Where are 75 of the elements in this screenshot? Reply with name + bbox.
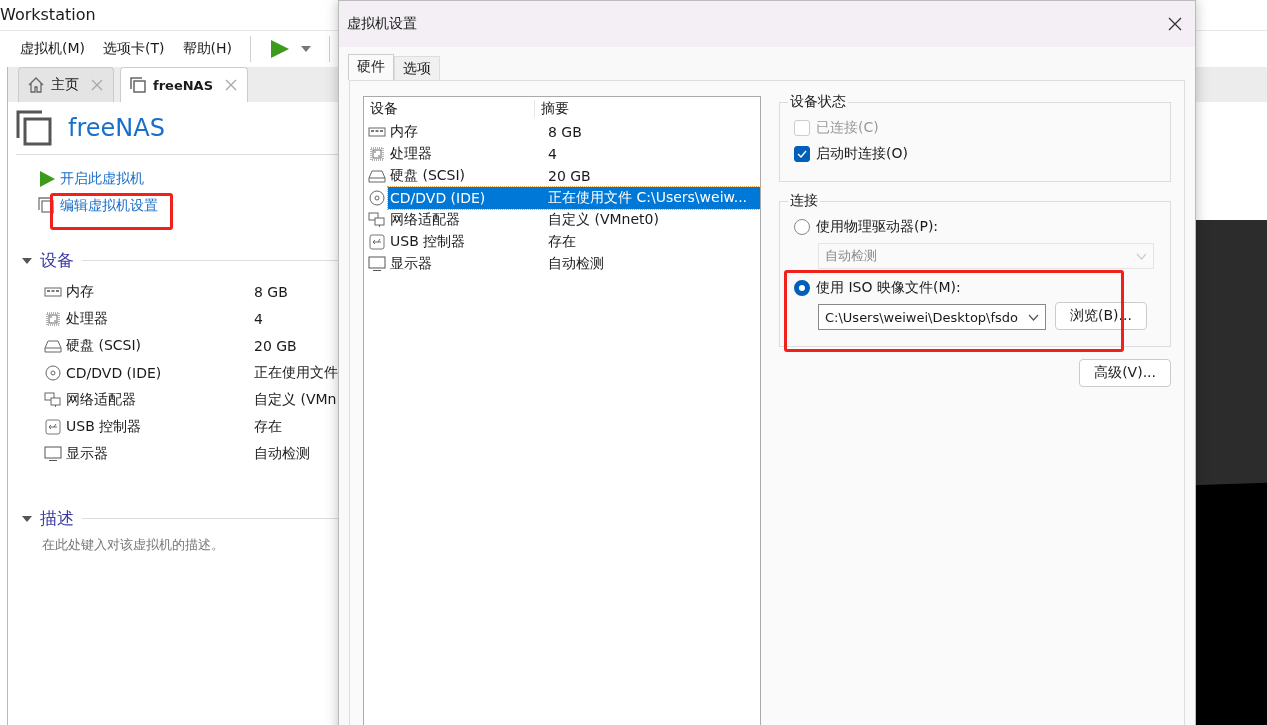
advanced-button[interactable]: 高级(V)... [1079,359,1171,387]
device-summary: 20 GB [254,337,297,354]
computers-icon [44,391,62,408]
checkbox-label[interactable]: 启动时连接(O) [816,145,908,163]
checkmark-icon [797,150,807,158]
device-row[interactable]: CD/DVD (IDE) 正在使用文件 C:\Users\weiw... [388,187,760,209]
device-name: 处理器 [66,309,109,328]
tab[interactable]: 主页 [18,67,114,102]
device-row[interactable]: 显示器 自动检测 [388,253,760,275]
tab[interactable]: freeNAS [120,67,248,102]
section-title: 描述 [40,507,74,530]
close-icon[interactable] [1168,17,1182,31]
window-title: Workstation [0,4,96,26]
disc-icon [368,190,386,206]
device-row[interactable]: 内存 8 GB [388,121,760,143]
column-header[interactable]: 设备 [370,100,535,118]
device-summary: 存在 [254,417,282,436]
action-link[interactable]: 开启此虚拟机 [60,169,144,188]
chip-icon [44,310,62,327]
device-row[interactable]: USB 控制器 存在 [388,231,760,253]
hard-drive-icon [44,337,62,354]
hard-drive-icon [368,168,386,184]
menu-item[interactable]: 帮助(H) [182,39,232,58]
action-link[interactable]: 编辑虚拟机设置 [60,196,158,215]
device-name: 内存 [66,282,95,301]
device-name: 硬盘 (SCSI) [66,336,143,355]
section-title: 设备 [40,249,74,272]
device-row[interactable]: 处理器 4 [388,143,760,165]
collapse-icon[interactable] [22,515,32,522]
device-name: USB 控制器 [66,417,143,436]
home-icon [27,76,45,94]
chip-icon [368,146,386,162]
dialog-title: 虚拟机设置 [347,15,417,33]
vm-title: freeNAS [68,114,165,142]
radio-button[interactable] [794,280,810,296]
play-icon[interactable] [268,38,291,59]
usb-icon [44,418,62,435]
disc-icon [44,364,62,381]
device-name: 显示器 [66,444,109,463]
menu-item[interactable]: 虚拟机(M) [20,39,85,58]
device-name: 网络适配器 [66,390,137,409]
computers-icon [368,212,386,228]
memory-module-icon [368,124,386,140]
group-title: 设备状态 [789,93,847,111]
device-summary: 正在使用文件 [254,363,338,382]
description-placeholder[interactable]: 在此处键入对该虚拟机的描述。 [42,536,224,554]
menu-item[interactable]: 选项卡(T) [103,39,165,58]
device-summary: 8 GB [254,283,288,300]
group-title: 连接 [789,192,819,210]
chevron-icon [1136,252,1147,260]
device-name: CD/DVD (IDE) [66,364,163,381]
play-icon [38,169,56,188]
radio-label[interactable]: 使用物理驱动器(P): [816,218,939,236]
tab[interactable]: 选项 [394,56,440,80]
chevron-icon [1028,313,1039,321]
path-combo-box[interactable]: C:\Users\weiwei\Desktop\fsdo [818,304,1046,330]
usb-icon [368,234,386,250]
checkbox[interactable] [794,146,810,162]
monitor-icon [368,256,386,272]
column-header[interactable]: 摘要 [535,100,569,118]
settings-icon [38,196,56,215]
tab[interactable]: 硬件 [348,54,394,80]
device-summary: 4 [254,310,263,327]
device-row[interactable]: 硬盘 (SCSI) 20 GB [388,165,760,187]
radio-button[interactable] [794,219,810,235]
device-summary: 自定义 (VMn [254,390,337,409]
radio-label[interactable]: 使用 ISO 映像文件(M): [816,279,961,297]
caret-icon[interactable] [300,45,311,52]
collapse-icon[interactable] [22,257,32,264]
virtual-machine-icon [129,76,147,94]
monitor-icon [44,445,62,462]
virtual-machine-icon [16,110,52,146]
device-summary: 自动检测 [254,444,310,463]
dropdown[interactable]: 自动检测 [818,243,1154,269]
device-row[interactable]: 网络适配器 自定义 (VMnet0) [388,209,760,231]
